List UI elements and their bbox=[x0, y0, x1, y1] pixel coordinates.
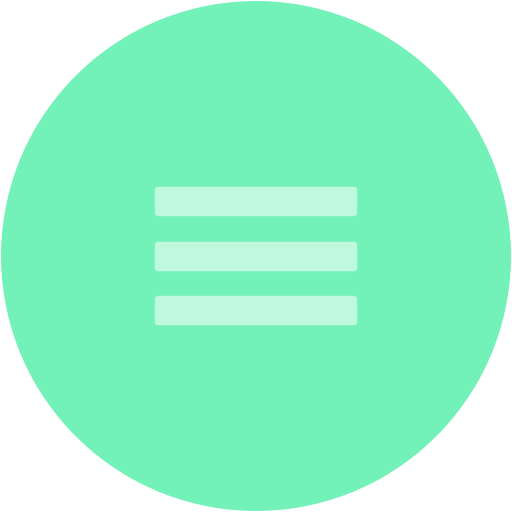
app-icon-canvas bbox=[0, 0, 512, 512]
hamburger-bar-middle bbox=[155, 242, 357, 271]
hamburger-bar-bottom bbox=[155, 296, 357, 325]
menu-button[interactable] bbox=[1, 1, 511, 511]
hamburger-menu-icon bbox=[155, 187, 357, 326]
hamburger-bar-top bbox=[155, 187, 357, 216]
